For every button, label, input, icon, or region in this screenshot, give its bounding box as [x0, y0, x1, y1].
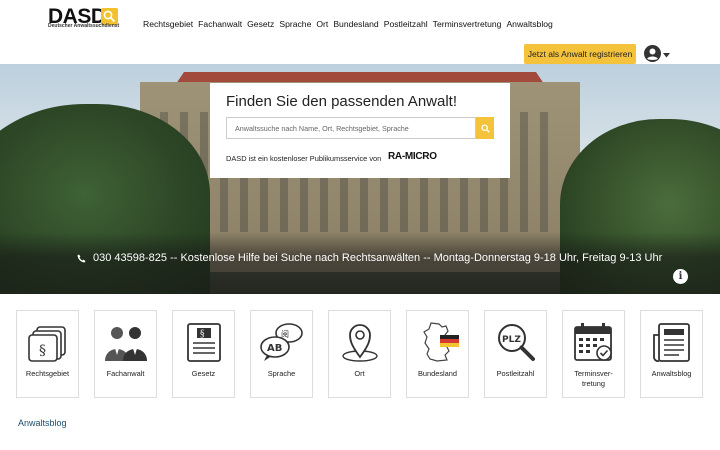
germany-map-icon	[422, 322, 459, 362]
svg-text:PLZ: PLZ	[502, 335, 521, 345]
nav-rechtsgebiet[interactable]: Rechtsgebiet	[143, 19, 193, 29]
category-label: Anwaltsblog	[651, 369, 692, 378]
location-pin-icon	[341, 324, 378, 362]
category-label: Rechtsgebiet	[25, 369, 70, 378]
main-nav: Rechtsgebiet Fachanwalt Gesetz Sprache O…	[143, 19, 553, 29]
category-grid: § Rechtsgebiet Fachanwalt § Gesetz 阅 AB …	[16, 310, 703, 398]
section-docs-icon: §	[27, 326, 66, 362]
nav-ort[interactable]: Ort	[316, 19, 328, 29]
nav-fachanwalt[interactable]: Fachanwalt	[198, 19, 242, 29]
nav-anwaltsblog[interactable]: Anwaltsblog	[506, 19, 552, 29]
register-lawyer-button[interactable]: Jetzt als Anwalt registrieren	[524, 44, 636, 64]
user-menu[interactable]	[644, 44, 670, 62]
category-label: Sprache	[267, 369, 296, 378]
lawyers-icon	[104, 327, 147, 361]
category-bundesland[interactable]: Bundesland	[406, 310, 469, 398]
search-input[interactable]	[226, 117, 476, 139]
search-button[interactable]	[476, 117, 494, 139]
info-button[interactable]: i	[673, 269, 688, 284]
svg-text:§: §	[39, 343, 46, 359]
category-label: Gesetz	[191, 369, 216, 378]
nav-terminsvertretung[interactable]: Terminsvertretung	[433, 19, 502, 29]
phone-icon	[77, 254, 86, 262]
category-terminsvertretung[interactable]: Terminsver- tretung	[562, 310, 625, 398]
category-label: Terminsver- tretung	[574, 369, 613, 388]
category-fachanwalt[interactable]: Fachanwalt	[94, 310, 157, 398]
phone-hotline: 030 43598-825 -- Kostenlose Hilfe bei Su…	[77, 252, 662, 264]
newspaper-icon	[652, 323, 690, 362]
blog-section-heading[interactable]: Anwaltsblog	[18, 418, 67, 428]
category-anwaltsblog[interactable]: Anwaltsblog	[640, 310, 703, 398]
law-book-icon: §	[186, 323, 221, 362]
search-title: Finden Sie den passenden Anwalt!	[226, 93, 457, 110]
search-panel: Finden Sie den passenden Anwalt! DASD is…	[210, 83, 510, 178]
category-rechtsgebiet[interactable]: § Rechtsgebiet	[16, 310, 79, 398]
phone-text: 030 43598-825 -- Kostenlose Hilfe bei Su…	[93, 252, 663, 264]
chevron-down-icon	[663, 52, 670, 57]
category-label: Bundesland	[417, 369, 458, 378]
category-label: Fachanwalt	[106, 369, 145, 378]
language-icon: 阅 AB	[259, 323, 303, 361]
nav-postleitzahl[interactable]: Postleitzahl	[384, 19, 428, 29]
nav-gesetz[interactable]: Gesetz	[247, 19, 274, 29]
logo-subtitle: Deutscher Anwaltssuchdienst	[48, 23, 120, 29]
calendar-icon	[573, 323, 612, 361]
search-icon	[480, 123, 490, 133]
user-avatar-icon	[644, 44, 661, 62]
category-label: Ort	[354, 369, 365, 378]
postcode-search-icon: PLZ	[497, 324, 535, 361]
category-label: Postleitzahl	[496, 369, 535, 378]
nav-sprache[interactable]: Sprache	[279, 19, 311, 29]
category-sprache[interactable]: 阅 AB Sprache	[250, 310, 313, 398]
nav-bundesland[interactable]: Bundesland	[333, 19, 378, 29]
info-icon: i	[678, 271, 683, 282]
service-text: DASD ist ein kostenloser Publikumsservic…	[226, 154, 382, 163]
category-postleitzahl[interactable]: PLZ Postleitzahl	[484, 310, 547, 398]
category-ort[interactable]: Ort	[328, 310, 391, 398]
category-gesetz[interactable]: § Gesetz	[172, 310, 235, 398]
svg-text:§: §	[200, 330, 205, 340]
site-header: DASD Deutscher Anwaltssuchdienst Rechtsg…	[0, 0, 720, 64]
ramicro-logo[interactable]: RA-MICRO	[388, 151, 437, 162]
svg-text:AB: AB	[267, 343, 282, 354]
